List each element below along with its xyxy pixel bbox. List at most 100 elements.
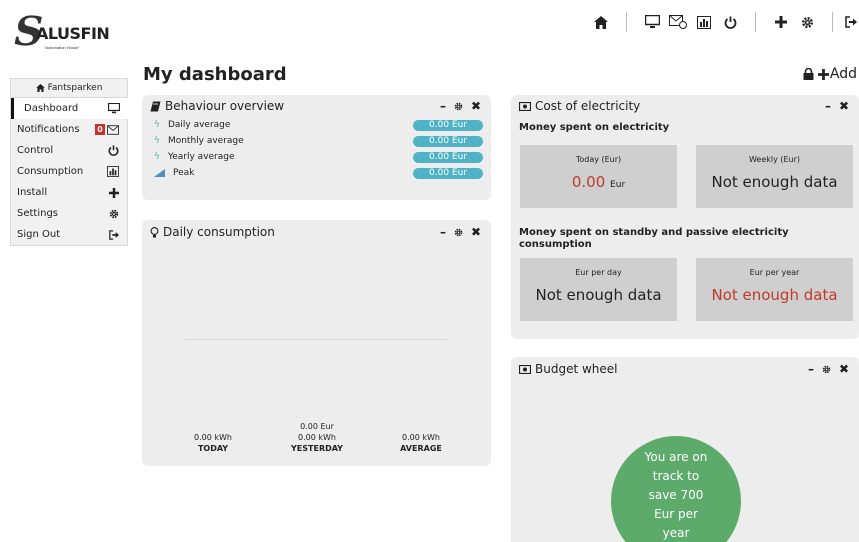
- minimize-icon[interactable]: –: [825, 99, 831, 113]
- sidebar-item-control[interactable]: Control: [11, 140, 127, 161]
- bolt-icon: ϟ: [154, 120, 160, 130]
- plus-icon: [109, 187, 119, 198]
- add-label: Add: [829, 66, 857, 82]
- row-label: Yearly average: [167, 152, 235, 162]
- book-icon: [150, 101, 161, 111]
- notification-count-badge: 0: [95, 124, 105, 135]
- nav-divider: [626, 12, 627, 32]
- logo-tagline: "Automation House": [44, 45, 80, 50]
- plus-icon: [817, 68, 829, 80]
- card-label: Weekly (Eur): [748, 155, 801, 164]
- lock-icon[interactable]: [803, 68, 814, 80]
- average-label: AVERAGE: [400, 444, 442, 453]
- monitor-icon: [108, 103, 120, 114]
- nav-divider: [832, 12, 833, 32]
- sidebar-header-label: Fantsparken: [47, 83, 103, 93]
- card-value: Not enough data: [535, 286, 662, 304]
- sidebar-item-label: Consumption: [17, 166, 84, 177]
- power-icon: [108, 145, 119, 156]
- average-kwh: 0.00 kWh: [402, 433, 440, 442]
- average-stat: 0.00 kWh AVERAGE: [386, 432, 456, 454]
- sidebar-item-consumption[interactable]: Consumption: [11, 161, 127, 182]
- today-stat: 0.00 kWh TODAY: [178, 432, 248, 454]
- value-pill: 0.00 Eur: [413, 135, 483, 147]
- panel-header: Cost of electricity – ✖: [511, 95, 859, 117]
- panel-header: Daily consumption – ✖: [142, 220, 491, 244]
- yesterday-label: YESTERDAY: [291, 444, 343, 453]
- sign-out-icon: [109, 229, 119, 240]
- sidebar-header[interactable]: Fantsparken: [11, 79, 127, 98]
- sidebar-item-label: Install: [17, 187, 48, 198]
- chart-baseline: [185, 339, 447, 340]
- close-icon[interactable]: ✖: [839, 99, 849, 113]
- app-root: S ALUSFIN "Automation House" Fantsparken…: [0, 0, 859, 542]
- dashboard-actions: Add: [803, 66, 857, 82]
- notifications-indicators: 0: [95, 124, 119, 135]
- sidebar-item-settings[interactable]: Settings: [11, 203, 127, 224]
- yesterday-eur: 0.00 Eur: [300, 422, 334, 431]
- row-label: Daily average: [167, 120, 231, 130]
- behaviour-overview-panel: Behaviour overview – ✖ ϟ Daily average 0.…: [142, 95, 491, 200]
- sidebar-item-dashboard[interactable]: Dashboard: [11, 98, 128, 119]
- card-value: 0.00 Eur: [520, 173, 677, 191]
- standby-heading: Money spent on standby and passive elect…: [519, 227, 789, 250]
- sidebar-item-notifications[interactable]: Notifications 0: [11, 119, 127, 140]
- behaviour-row-daily: ϟ Daily average 0.00 Eur: [142, 117, 491, 133]
- budget-wheel-panel: Budget wheel – ✖ You are on track to sav…: [511, 357, 859, 542]
- panel-title: Budget wheel: [535, 362, 618, 376]
- panel-title: Daily consumption: [163, 225, 275, 239]
- panel-header: Budget wheel – ✖: [511, 357, 859, 381]
- logo-brand-name: ALUSFIN: [36, 24, 110, 43]
- spent-heading: Money spent on electricity: [519, 122, 670, 133]
- page-title: My dashboard: [143, 64, 287, 85]
- bar-chart-icon[interactable]: [691, 13, 717, 31]
- panel-title: Behaviour overview: [165, 99, 285, 113]
- money-icon: [519, 364, 531, 374]
- close-icon[interactable]: ✖: [471, 225, 481, 239]
- behaviour-row-yearly: ϟ Yearly average 0.00 Eur: [142, 149, 491, 165]
- minimize-icon[interactable]: –: [440, 99, 446, 113]
- sign-out-icon[interactable]: [845, 13, 859, 31]
- sidebar: Fantsparken Dashboard Notifications 0 Co…: [10, 78, 128, 246]
- panel-title: Cost of electricity: [535, 99, 641, 113]
- today-cost-card: Today (Eur) 0.00 Eur: [520, 145, 677, 208]
- power-icon[interactable]: [717, 13, 743, 31]
- today-cost-value: 0.00: [571, 173, 606, 191]
- card-value: Not enough data: [711, 173, 838, 191]
- plus-icon[interactable]: [768, 13, 794, 31]
- gear-icon[interactable]: [454, 102, 463, 111]
- gear-icon: [109, 209, 119, 218]
- sidebar-item-install[interactable]: Install: [11, 182, 127, 203]
- gear-icon[interactable]: [454, 228, 463, 237]
- sidebar-item-label: Dashboard: [24, 103, 79, 114]
- weekly-cost-card: Weekly (Eur) Not enough data: [696, 145, 853, 208]
- panel-header: Behaviour overview – ✖: [142, 95, 491, 117]
- bar-chart-icon: [107, 166, 119, 177]
- value-pill: 0.00 Eur: [413, 151, 483, 163]
- per-day-card: Eur per day Not enough data: [520, 258, 677, 321]
- monitor-icon[interactable]: [639, 13, 665, 31]
- home-icon[interactable]: [588, 13, 614, 31]
- envelope-icon[interactable]: [665, 13, 691, 31]
- sidebar-item-sign-out[interactable]: Sign Out: [11, 224, 127, 245]
- bolt-icon: ϟ: [154, 152, 160, 162]
- gear-icon[interactable]: [794, 13, 820, 31]
- close-icon[interactable]: ✖: [471, 99, 481, 113]
- card-label: Eur per day: [575, 268, 622, 277]
- minimize-icon[interactable]: –: [440, 225, 446, 239]
- bolt-icon: ϟ: [154, 136, 160, 146]
- gear-icon[interactable]: [822, 365, 831, 374]
- salusfin-logo[interactable]: S ALUSFIN "Automation House": [9, 8, 124, 55]
- home-icon: [35, 84, 45, 92]
- add-widget-button[interactable]: Add: [817, 66, 857, 82]
- behaviour-row-peak: Peak 0.00 Eur: [142, 165, 491, 181]
- minimize-icon[interactable]: –: [808, 362, 814, 376]
- wheel-line: You are on: [644, 450, 708, 464]
- today-label: TODAY: [197, 444, 229, 453]
- lightbulb-icon: [150, 226, 159, 237]
- sidebar-item-label: Control: [17, 145, 54, 156]
- behaviour-row-monthly: ϟ Monthly average 0.00 Eur: [142, 133, 491, 149]
- value-pill: 0.00 Eur: [413, 119, 483, 131]
- nav-divider: [755, 12, 756, 32]
- close-icon[interactable]: ✖: [839, 362, 849, 376]
